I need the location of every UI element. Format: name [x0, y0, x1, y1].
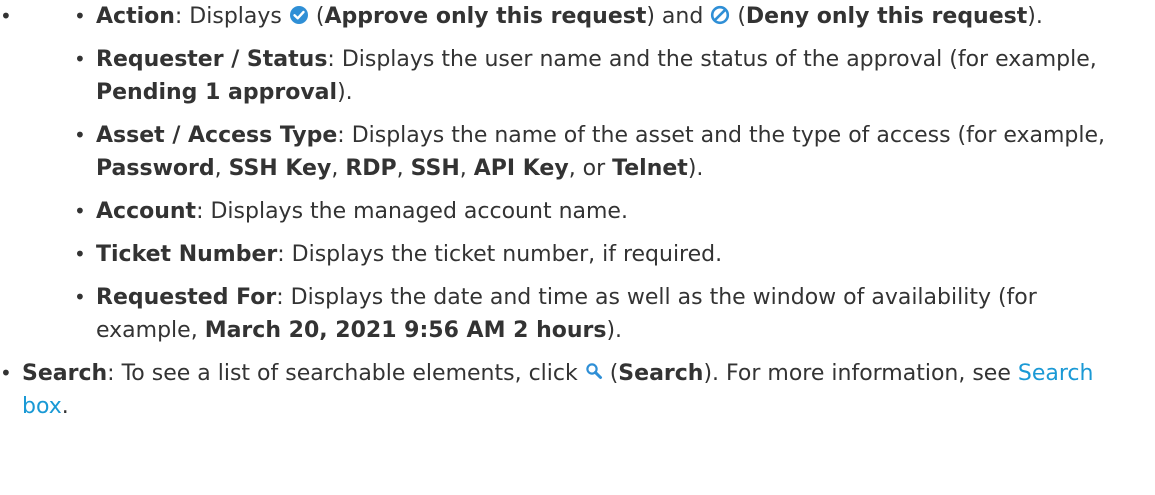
asset-label: Asset / Access Type — [96, 123, 338, 148]
list-item-action: Action: Displays (Approve only this requ… — [74, 0, 1106, 33]
search-label: Search — [22, 361, 108, 386]
account-label: Account — [96, 199, 197, 224]
deny-label: Deny only this request — [745, 4, 1028, 29]
outer-list: Action: Displays (Approve only this requ… — [0, 0, 1155, 423]
list-item-search: Search: To see a list of searchable elem… — [0, 357, 1142, 423]
list-item-ticket-number: Ticket Number: Displays the ticket numbe… — [74, 238, 1106, 271]
list-item-requested-for: Requested For: Displays the date and tim… — [74, 281, 1106, 347]
document-body: Action: Displays (Approve only this requ… — [0, 0, 1155, 495]
requested-for-label: Requested For — [96, 285, 277, 310]
requester-example: Pending 1 approval — [96, 80, 338, 105]
list-item-account: Account: Displays the managed account na… — [74, 195, 1106, 228]
check-circle-icon — [289, 5, 309, 25]
column-description-list: Action: Displays (Approve only this requ… — [0, 0, 1155, 347]
search-button-label: Search — [618, 361, 704, 386]
requester-label: Requester / Status — [96, 47, 328, 72]
approve-label: Approve only this request — [324, 4, 647, 29]
requested-for-example: March 20, 2021 9:56 AM 2 hours — [204, 318, 607, 343]
outer-list-item-columns: Action: Displays (Approve only this requ… — [0, 0, 1155, 347]
action-label: Action — [96, 4, 175, 29]
search-icon — [585, 362, 603, 380]
list-item-asset-access-type: Asset / Access Type: Displays the name o… — [74, 119, 1106, 185]
deny-circle-icon — [710, 5, 730, 25]
ticket-label: Ticket Number — [96, 242, 278, 267]
list-item-requester-status: Requester / Status: Displays the user na… — [74, 43, 1106, 109]
